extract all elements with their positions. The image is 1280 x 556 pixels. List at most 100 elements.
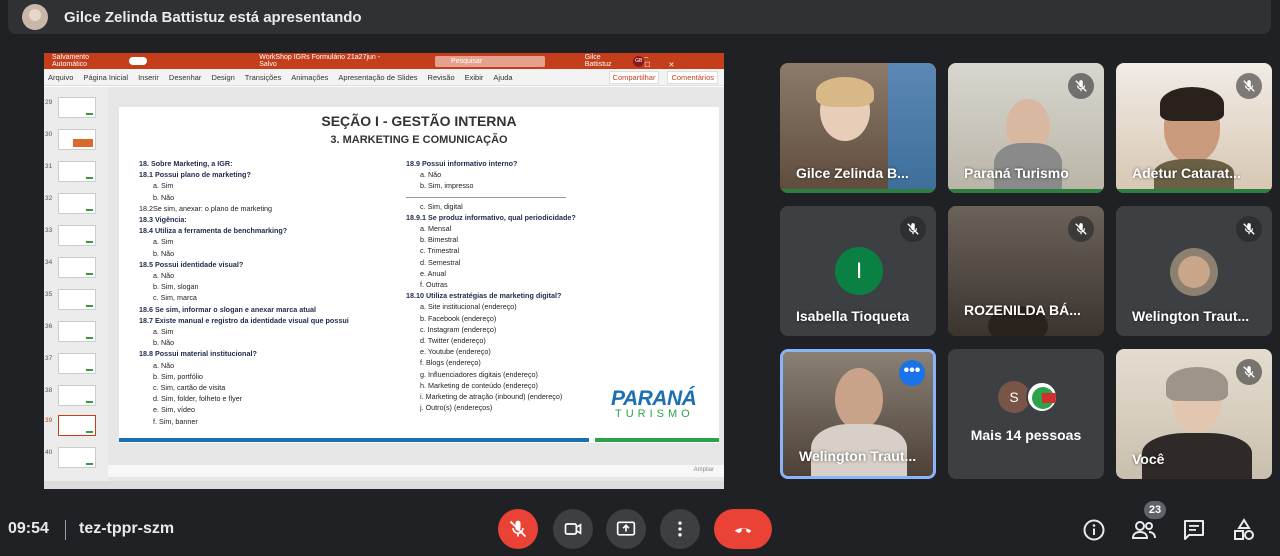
slide-question: 18.4 Utiliza a ferramenta de benchmarkin…: [139, 226, 288, 236]
present-screen-button[interactable]: [606, 509, 646, 549]
camera-toggle-button[interactable]: [553, 509, 593, 549]
autosave-label: Salvamento Automático: [52, 54, 89, 68]
participant-name: Você: [1132, 451, 1165, 467]
thumb-number: 30: [45, 131, 53, 138]
shared-screen[interactable]: Salvamento Automático WorkShop IGRs Form…: [44, 53, 724, 489]
logo-bottom-text: TURISMO: [615, 408, 694, 420]
meeting-info-button[interactable]: [1080, 516, 1108, 544]
ppt-search-input[interactable]: Pesquisar: [435, 55, 545, 67]
participant-tile[interactable]: Adetur Catarat...: [1116, 63, 1272, 193]
menu-design[interactable]: Design: [211, 73, 234, 82]
window-controls[interactable]: –☐✕: [644, 54, 714, 69]
slide-option: c. Instagram (endereço): [420, 324, 497, 334]
ppt-ribbon-menu: Arquivo Página Inicial Inserir Desenhar …: [44, 69, 724, 86]
more-participants-tile[interactable]: S Mais 14 pessoas: [948, 349, 1104, 479]
slide-option: c. Sim, cartão de visita: [153, 383, 226, 393]
ppt-share-button[interactable]: Compartilhar: [608, 70, 660, 84]
slide-canvas[interactable]: SEÇÃO I - GESTÃO INTERNA 3. MARKETING E …: [119, 107, 719, 443]
slide-option: a. Sim: [153, 327, 174, 337]
participant-tile[interactable]: Paraná Turismo: [948, 63, 1104, 193]
participant-hair: [816, 77, 874, 107]
self-view-tile[interactable]: Você: [1116, 349, 1272, 479]
menu-ajuda[interactable]: Ajuda: [493, 73, 512, 82]
presenter-avatar: [22, 4, 48, 30]
chat-button[interactable]: [1180, 516, 1208, 544]
slide-thumbnail[interactable]: [58, 161, 96, 182]
more-options-button[interactable]: [660, 509, 700, 549]
activities-icon: [1234, 518, 1254, 540]
slide-thumbnail[interactable]: [58, 289, 96, 310]
slide-question: 18.9.1 Se produz informativo, qual perio…: [406, 212, 576, 222]
people-button[interactable]: [1130, 516, 1158, 544]
slide-option: b. Facebook (endereço): [420, 313, 497, 323]
slide-option: d. Sim, folder, folheto e flyer: [153, 394, 243, 404]
slide-thumbnail[interactable]: [58, 193, 96, 214]
slide-thumbnail[interactable]: [58, 257, 96, 278]
slide-option: e. Youtube (endereço): [420, 347, 491, 357]
menu-animacoes[interactable]: Animações: [291, 73, 328, 82]
slide-option: b. Sim, portfólio: [153, 371, 203, 381]
menu-desenhar[interactable]: Desenhar: [169, 73, 202, 82]
avatar-face: [1178, 256, 1210, 288]
participant-tile[interactable]: Gilce Zelinda B...: [780, 63, 936, 193]
slide-thumbnail[interactable]: [58, 353, 96, 374]
slide-option: b. Não: [153, 248, 175, 258]
slide-option: f. Blogs (endereço): [420, 358, 481, 368]
slide-question: 18. Sobre Marketing, a IGR:: [139, 159, 233, 168]
ppt-status-bar: [44, 481, 724, 489]
thumb-number: 31: [45, 163, 53, 170]
thumb-number: 34: [45, 259, 53, 266]
activities-button[interactable]: [1230, 516, 1258, 544]
more-options-icon[interactable]: •••: [899, 360, 925, 386]
mic-off-icon: [1236, 73, 1262, 99]
participant-tile[interactable]: ROZENILDA BÁ...: [948, 206, 1104, 336]
notes-expand[interactable]: Ampliar: [694, 467, 714, 473]
slide-thumbnail-selected[interactable]: [58, 415, 96, 436]
slide-option: f. Outras: [420, 280, 448, 290]
slide-thumbnail[interactable]: [58, 225, 96, 246]
participant-face: [835, 368, 883, 430]
end-call-button[interactable]: [714, 509, 772, 549]
slide-option: a. Não: [153, 271, 175, 281]
slide-option: a. Não: [153, 360, 175, 370]
speaking-strip: [780, 189, 936, 193]
participant-tile[interactable]: I Isabella Tioqueta: [780, 206, 936, 336]
menu-pagina-inicial[interactable]: Página Inicial: [83, 73, 128, 82]
menu-apresentacao[interactable]: Apresentação de Slides: [338, 73, 417, 82]
participant-tile-active[interactable]: ••• Welington Traut...: [780, 349, 936, 479]
slide-thumbnail[interactable]: [58, 97, 96, 118]
slide-thumbnail[interactable]: [58, 447, 96, 468]
presenting-text: Gilce Zelinda Battistuz está apresentand…: [64, 8, 362, 26]
slide-question: 18.2Se sim, anexar: o plano de marketing: [139, 203, 273, 213]
slide-thumbnail[interactable]: [58, 129, 96, 150]
slide-question: 18.7 Existe manual e registro da identid…: [139, 315, 349, 325]
ppt-user-name: Gilce Battistuz: [584, 54, 612, 68]
mic-off-icon: [900, 216, 926, 242]
meeting-clock: 09:54: [8, 520, 49, 537]
menu-exibir[interactable]: Exibir: [465, 73, 484, 82]
ppt-user-avatar[interactable]: GB: [633, 55, 645, 67]
autosave-toggle[interactable]: [129, 57, 148, 65]
thumb-number: 29: [45, 99, 53, 106]
thumb-number: 38: [45, 387, 53, 394]
ppt-comments-button[interactable]: Comentários: [667, 70, 718, 84]
slide-option: d. Twitter (endereço): [420, 336, 486, 346]
hang-up-icon: [734, 528, 752, 534]
thumb-number: 39: [45, 417, 53, 424]
menu-transicoes[interactable]: Transições: [245, 73, 281, 82]
slide-option: j. Outro(s) (endereços): [420, 403, 493, 413]
info-icon: [1083, 519, 1105, 541]
participant-tile[interactable]: Welington Traut...: [1116, 206, 1272, 336]
menu-inserir[interactable]: Inserir: [138, 73, 159, 82]
menu-arquivo[interactable]: Arquivo: [48, 73, 73, 82]
menu-revisao[interactable]: Revisão: [428, 73, 455, 82]
slide-thumbnail[interactable]: [58, 321, 96, 342]
slide-option: b. Sim, impresso: [420, 181, 474, 191]
chat-icon: [1184, 520, 1204, 540]
slide-option: a. Não: [420, 170, 442, 180]
ppt-filename: WorkShop IGRs Formulário 21a27jun - Salv…: [259, 54, 381, 68]
slide-thumbnail[interactable]: [58, 385, 96, 406]
slide-option: f. Sim, banner: [153, 416, 198, 426]
notes-pane[interactable]: Ampliar: [108, 465, 724, 477]
mic-toggle-button[interactable]: [498, 509, 538, 549]
